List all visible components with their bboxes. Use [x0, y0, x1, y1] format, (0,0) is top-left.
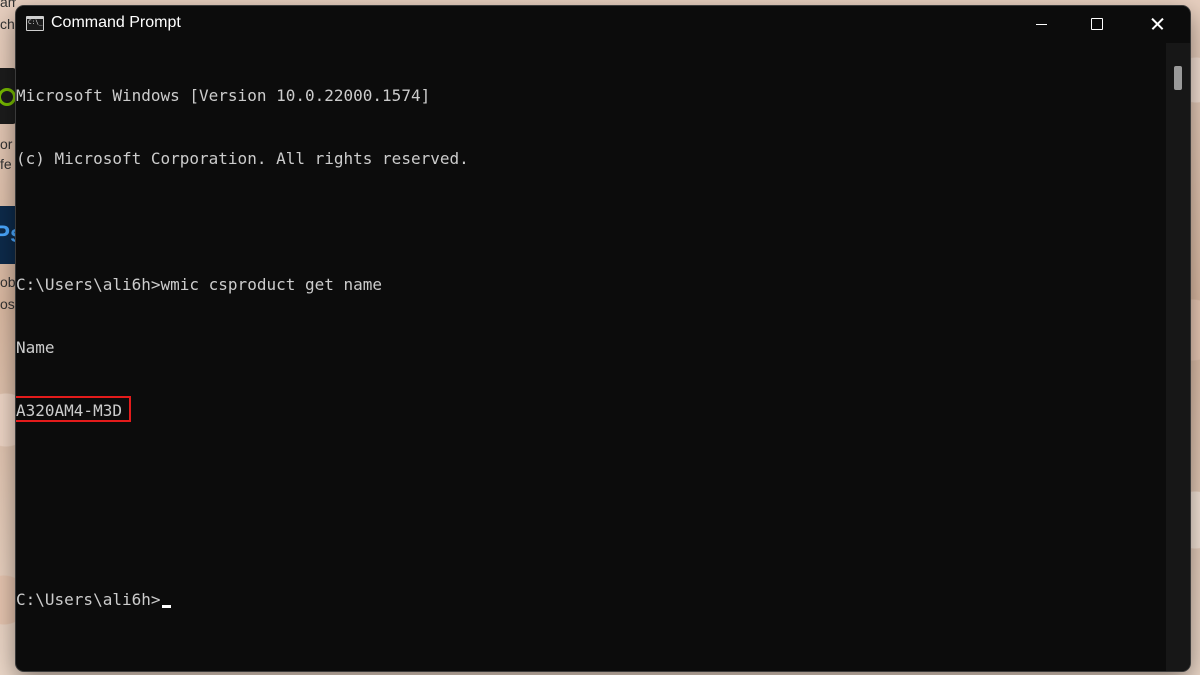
maximize-icon: [1091, 18, 1103, 30]
desktop-icon-label: os: [0, 296, 15, 312]
console-line-command: C:\Users\ali6h>wmic csproduct get name: [16, 275, 383, 294]
desktop-icon-label: ch: [0, 16, 15, 32]
console-line-header: Name: [16, 338, 55, 357]
desktop-icon-label: fe: [0, 156, 12, 172]
desktop-icon-label: ob: [0, 274, 16, 290]
text-cursor: [161, 605, 171, 608]
console-line-result: A320AM4-M3D: [16, 396, 1166, 422]
desktop-icon-label: or: [0, 136, 13, 152]
console-prompt-line[interactable]: C:\Users\ali6h>: [16, 589, 1166, 610]
window-title: Command Prompt: [51, 14, 181, 31]
cmd-icon[interactable]: [26, 16, 44, 31]
minimize-icon: [1035, 23, 1047, 25]
nvidia-app-icon[interactable]: [0, 68, 16, 124]
close-icon: [1150, 17, 1164, 31]
console-line: (c) Microsoft Corporation. All rights re…: [16, 149, 469, 168]
maximize-button[interactable]: [1066, 6, 1128, 42]
command-prompt-window[interactable]: Command Prompt Microsoft Windows [Versio…: [16, 6, 1190, 671]
highlighted-product-name: A320AM4-M3D: [16, 396, 131, 422]
vertical-scrollbar[interactable]: [1166, 43, 1190, 671]
console-output[interactable]: Microsoft Windows [Version 10.0.22000.15…: [16, 43, 1166, 671]
scrollbar-thumb[interactable]: [1174, 66, 1182, 90]
title-bar[interactable]: Command Prompt: [16, 6, 1190, 42]
minimize-button[interactable]: [1010, 6, 1072, 42]
photoshop-app-icon[interactable]: Ps: [0, 206, 16, 264]
close-button[interactable]: [1126, 6, 1188, 42]
desktop-icon-label: ames: [0, 0, 16, 10]
console-line: Microsoft Windows [Version 10.0.22000.15…: [16, 86, 431, 105]
prompt-text: C:\Users\ali6h>: [16, 590, 161, 609]
